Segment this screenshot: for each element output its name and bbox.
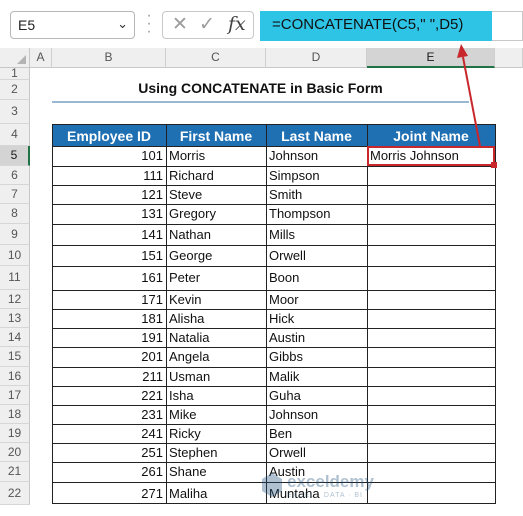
watermark-name: exceldemy [287, 472, 374, 491]
watermark: exceldemy EXCEL · DATA · BI [257, 468, 374, 504]
annotation-arrow [457, 44, 481, 147]
watermark-tagline: EXCEL · DATA · BI [287, 492, 363, 499]
exceldemy-logo-icon [262, 473, 282, 497]
